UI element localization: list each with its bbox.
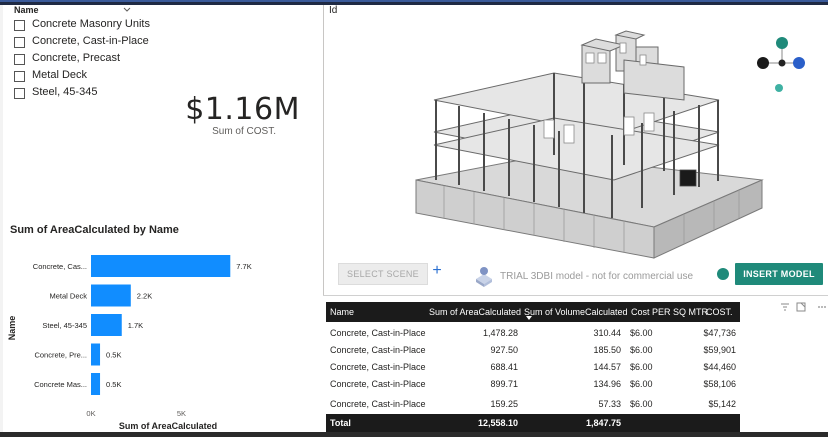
handle-dot[interactable]	[717, 268, 729, 280]
bar[interactable]	[91, 314, 122, 336]
bar[interactable]	[91, 373, 101, 395]
table-total-row: Total 12,558.10 1,847.75	[326, 414, 740, 433]
cell-name: Concrete, Cast-in-Place	[330, 399, 426, 409]
cell-volume: 134.96	[593, 379, 621, 389]
slicer-item-label: Concrete Masonry Units	[32, 18, 150, 30]
total-area: 12,558.10	[477, 418, 518, 428]
kpi-card-label: Sum of COST.	[212, 126, 276, 137]
more-options-icon	[818, 306, 826, 308]
table-row[interactable]: Concrete, Cast-in-Place 159.25 57.33 $6.…	[326, 396, 740, 413]
cell-cost-per-sq: $6.00	[630, 399, 653, 409]
add-scene-button[interactable]: +	[430, 261, 444, 281]
total-volume: 1,847.75	[585, 418, 621, 428]
chevron-down-icon[interactable]	[122, 5, 132, 15]
cell-area: 688.41	[490, 362, 518, 372]
3d-model-viewer[interactable]: Id SELECT SCENE + TRIAL 3DBI model - not…	[324, 5, 828, 295]
visual-header-id: Id	[329, 5, 338, 16]
category-label: Concrete, Pre...	[34, 351, 87, 360]
trial-watermark: TRIAL 3DBI model - not for commercial us…	[500, 271, 694, 282]
handle-dot[interactable]	[775, 84, 783, 92]
cell-volume: 185.50	[593, 345, 621, 355]
cell-cost-per-sq: $6.00	[630, 328, 653, 338]
data-label: 0.5K	[106, 351, 121, 360]
category-label: Metal Deck	[49, 292, 87, 301]
data-label: 7.7K	[236, 262, 251, 271]
cell-cost: $44,460	[703, 362, 736, 372]
cell-cost-per-sq: $6.00	[630, 345, 653, 355]
data-label: 2.2K	[137, 292, 152, 301]
cell-cost: $5,142	[708, 399, 736, 409]
bar[interactable]	[91, 343, 101, 366]
data-label: 1.7K	[128, 321, 143, 330]
slicer-item-concrete-precast[interactable]: Concrete, Precast	[14, 52, 214, 68]
column-header-cost[interactable]: COST.	[706, 307, 733, 317]
cell-name: Concrete, Cast-in-Place	[330, 379, 426, 389]
slicer-item-concrete-masonry-units[interactable]: Concrete Masonry Units	[14, 18, 214, 34]
bar[interactable]	[91, 255, 231, 277]
cell-volume: 144.57	[593, 362, 621, 372]
axis-gizmo-icon	[757, 37, 805, 69]
slicer-item-label: Concrete, Precast	[32, 52, 121, 64]
bar[interactable]	[91, 284, 131, 307]
focus-mode-icon	[796, 302, 806, 312]
column-header-area[interactable]: Sum of AreaCalculated	[429, 307, 521, 317]
cell-cost-per-sq: $6.00	[630, 379, 653, 389]
slicer-title: Name	[14, 5, 39, 15]
x-tick-label: 0K	[86, 409, 95, 418]
category-label: Concrete Mas...	[34, 380, 87, 389]
cell-volume: 310.44	[593, 328, 621, 338]
bottom-bar	[0, 432, 828, 437]
table-row[interactable]: Concrete, Cast-in-Place 899.71 134.96 $6…	[326, 376, 740, 393]
insert-model-button[interactable]: INSERT MODEL	[735, 263, 823, 285]
chart-title: Sum of AreaCalculated by Name	[10, 224, 179, 236]
checkbox[interactable]	[14, 71, 25, 82]
slicer-item-label: Steel, 45-345	[32, 86, 98, 98]
cell-area: 1,478.28	[482, 328, 518, 338]
table-row[interactable]: Concrete, Cast-in-Place 1,478.28 310.44 …	[326, 325, 740, 342]
slicer-header[interactable]: Name	[14, 5, 164, 19]
cell-cost: $58,106	[703, 379, 736, 389]
table-row[interactable]: Concrete, Cast-in-Place 927.50 185.50 $6…	[326, 342, 740, 359]
slicer-item-concrete-cast-in-place[interactable]: Concrete, Cast-in-Place	[14, 35, 214, 51]
cell-name: Concrete, Cast-in-Place	[330, 362, 426, 372]
x-axis-label: Sum of AreaCalculated	[119, 421, 217, 431]
category-label: Concrete, Cas...	[33, 262, 87, 271]
checkbox[interactable]	[14, 37, 25, 48]
top-accent-line	[0, 0, 828, 2]
table-header: Name Sum of AreaCalculated Sum of Volume…	[326, 302, 740, 322]
visual-header-icons	[781, 302, 826, 312]
data-label: 0.5K	[106, 380, 121, 389]
total-label: Total	[330, 418, 351, 428]
column-header-name[interactable]: Name	[330, 307, 354, 317]
checkbox[interactable]	[14, 20, 25, 31]
visual-divider	[323, 295, 828, 296]
slicer-item-metal-deck[interactable]: Metal Deck	[14, 69, 214, 85]
cell-area: 899.71	[490, 379, 518, 389]
checkbox[interactable]	[14, 54, 25, 65]
bar-chart: Concrete, Cas... 7.7K Metal Deck 2.2K Steel,…	[7, 255, 252, 431]
checkbox[interactable]	[14, 88, 25, 99]
cell-volume: 57.33	[598, 399, 621, 409]
slicer-item-label: Metal Deck	[32, 69, 88, 81]
filter-icon	[781, 303, 789, 311]
cell-area: 159.25	[490, 399, 518, 409]
cell-cost: $59,901	[703, 345, 736, 355]
slicer-item-label: Concrete, Cast-in-Place	[32, 35, 149, 47]
x-tick-label: 5K	[177, 409, 186, 418]
sort-desc-icon[interactable]	[526, 316, 532, 320]
cell-name: Concrete, Cast-in-Place	[330, 328, 426, 338]
building-3d-model[interactable]	[324, 5, 828, 295]
select-scene-button[interactable]: SELECT SCENE	[338, 263, 428, 285]
category-label: Steel, 45-345	[42, 321, 87, 330]
column-header-cost-per-sq[interactable]: Cost PER SQ MTR	[631, 307, 708, 317]
cell-cost-per-sq: $6.00	[630, 362, 653, 372]
table-row[interactable]: Concrete, Cast-in-Place 688.41 144.57 $6…	[326, 359, 740, 376]
y-axis-label: Name	[7, 316, 17, 341]
column-header-volume[interactable]: Sum of VolumeCalculated	[524, 307, 628, 317]
cell-cost: $47,736	[703, 328, 736, 338]
3dbi-logo-icon	[476, 267, 492, 287]
cell-name: Concrete, Cast-in-Place	[330, 345, 426, 355]
cell-area: 927.50	[490, 345, 518, 355]
kpi-card-value: $1.16M	[185, 92, 300, 127]
